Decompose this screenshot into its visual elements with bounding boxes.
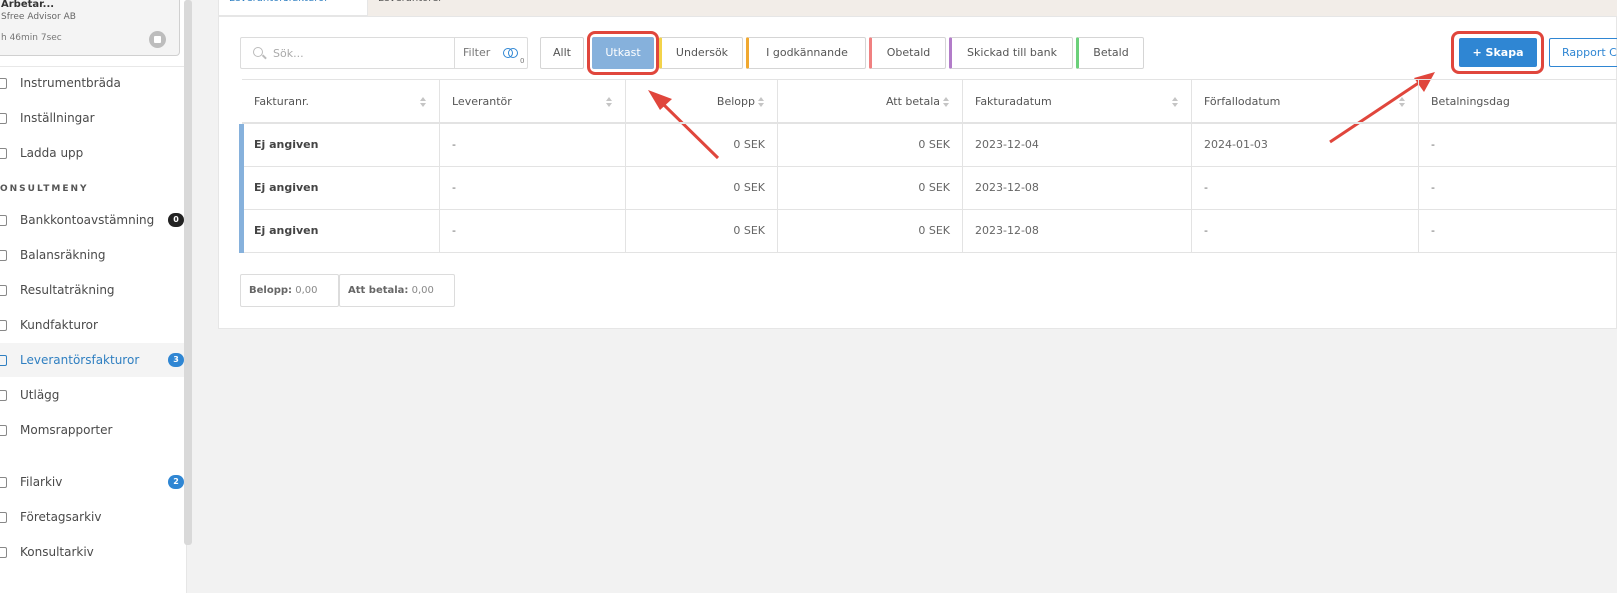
cell-betalningsdag: - — [1431, 181, 1435, 194]
summary-belopp-label: Belopp: — [249, 285, 293, 296]
cell-belopp: 0 SEK — [626, 210, 778, 252]
cell-fakturanr: Ej angiven — [242, 167, 440, 209]
summary-att-betala-label: Att betala: — [348, 285, 409, 296]
column-header-leverantor[interactable]: Leverantör — [440, 80, 626, 123]
column-header-fakturanr[interactable]: Fakturanr. — [242, 80, 440, 123]
cell-att-betala: 0 SEK — [778, 167, 963, 209]
column-header-att-betala[interactable]: Att betala — [778, 80, 963, 123]
table-row[interactable]: Ej angiven - 0 SEK 0 SEK 2023-12-08 - - — [239, 210, 1617, 253]
cell-leverantor: - — [440, 124, 626, 166]
cell-leverantor: - — [440, 210, 626, 252]
cell-att-betala: 0 SEK — [778, 124, 963, 166]
summary-belopp: Belopp: 0,00 — [240, 274, 339, 307]
cell-att-betala: 0 SEK — [778, 210, 963, 252]
summary-att-betala-value: 0,00 — [411, 285, 434, 296]
column-header-forfallodatum[interactable]: Förfallodatum — [1192, 80, 1419, 123]
cell-forfallodatum: - — [1192, 167, 1419, 209]
sort-icon[interactable] — [1172, 97, 1179, 107]
table-row[interactable]: Ej angiven - 0 SEK 0 SEK 2023-12-04 2024… — [239, 124, 1617, 167]
cell-leverantor: - — [440, 167, 626, 209]
sort-icon[interactable] — [1399, 97, 1406, 107]
table-header: Fakturanr. Leverantör Belopp Att betala … — [242, 79, 1617, 124]
cell-belopp: 0 SEK — [626, 124, 778, 166]
cell-betalningsdag: - — [1431, 138, 1435, 151]
column-header-belopp[interactable]: Belopp — [626, 80, 778, 123]
cell-fakturadatum: 2023-12-08 — [963, 167, 1192, 209]
table-row[interactable]: Ej angiven - 0 SEK 0 SEK 2023-12-08 - - — [239, 167, 1617, 210]
column-header-betalningsdag[interactable]: Betalningsdag — [1419, 80, 1617, 123]
cell-fakturanr: Ej angiven — [242, 210, 440, 252]
cell-fakturadatum: 2023-12-08 — [963, 210, 1192, 252]
sort-icon[interactable] — [420, 97, 427, 107]
summary-att-betala: Att betala: 0,00 — [339, 274, 455, 307]
cell-fakturadatum: 2023-12-04 — [963, 124, 1192, 166]
cell-forfallodatum: - — [1192, 210, 1419, 252]
cell-forfallodatum: 2024-01-03 — [1192, 124, 1419, 166]
sort-icon[interactable] — [758, 97, 765, 107]
sort-icon[interactable] — [606, 97, 613, 107]
cell-fakturanr: Ej angiven — [242, 124, 440, 166]
cell-betalningsdag: - — [1431, 224, 1435, 237]
cell-belopp: 0 SEK — [626, 167, 778, 209]
summary-belopp-value: 0,00 — [295, 285, 318, 296]
sort-icon[interactable] — [943, 97, 950, 107]
column-header-fakturadatum[interactable]: Fakturadatum — [963, 80, 1192, 123]
